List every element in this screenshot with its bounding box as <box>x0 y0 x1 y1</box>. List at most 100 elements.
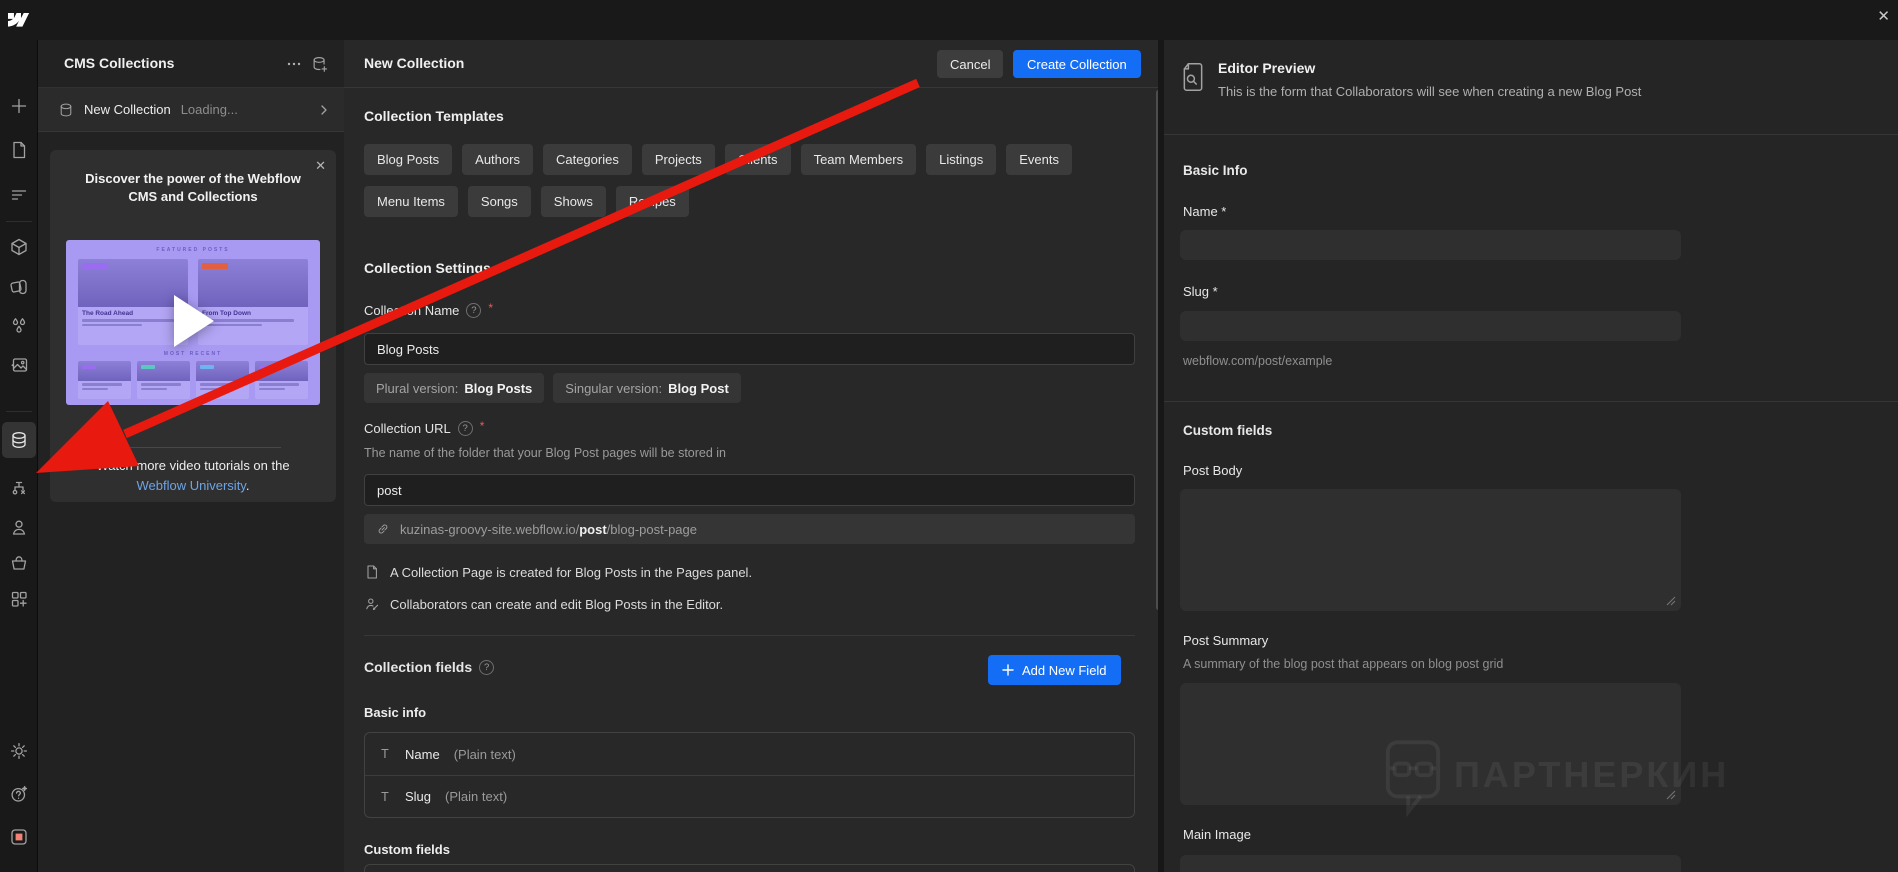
variables-button[interactable] <box>0 308 38 344</box>
collection-url-help: The name of the folder that your Blog Po… <box>364 446 726 460</box>
field-row-slug[interactable]: T Slug (Plain text) <box>365 775 1134 817</box>
create-collection-button[interactable]: Create Collection <box>1013 50 1141 78</box>
link-icon <box>376 522 390 536</box>
template-chip[interactable]: Projects <box>642 144 715 175</box>
template-chip[interactable]: Authors <box>462 144 533 175</box>
template-chip[interactable]: Events <box>1006 144 1072 175</box>
resize-handle-icon[interactable] <box>1666 790 1676 800</box>
promo-footer: Watch more video tutorials on the Webflo… <box>50 456 336 496</box>
required-asterisk: * <box>480 419 485 433</box>
cancel-button[interactable]: Cancel <box>937 50 1003 78</box>
add-elements-button[interactable] <box>0 88 38 124</box>
logic-button[interactable] <box>0 470 38 506</box>
help-button[interactable] <box>0 776 38 812</box>
collection-name-input[interactable] <box>364 333 1135 365</box>
post-body-textarea[interactable] <box>1180 489 1681 611</box>
thumb-featured-label: FEATURED POSTS <box>66 247 320 253</box>
zoom-button[interactable] <box>0 862 38 872</box>
template-chip[interactable]: Shows <box>541 186 606 217</box>
ellipsis-icon <box>286 56 302 72</box>
editor-preview-title: Editor Preview <box>1218 60 1315 76</box>
play-icon <box>170 293 216 349</box>
url-suffix: /blog-post-page <box>607 522 697 537</box>
droplets-icon <box>9 316 29 336</box>
panel-menu-button[interactable] <box>282 52 306 76</box>
template-chip[interactable]: Listings <box>926 144 996 175</box>
field-type: (Plain text) <box>454 747 516 762</box>
field-name: Slug <box>405 789 431 804</box>
webflow-menu-button[interactable] <box>0 0 38 40</box>
add-collection-button[interactable] <box>308 52 332 76</box>
add-new-field-button[interactable]: Add New Field <box>988 655 1121 685</box>
divider <box>1164 401 1898 402</box>
main-image-input[interactable] <box>1180 855 1681 872</box>
image-icon <box>9 355 29 375</box>
page-title: New Collection <box>364 55 464 71</box>
database-icon <box>9 430 29 450</box>
template-chip[interactable]: Clients <box>725 144 791 175</box>
thumb-mini-card <box>255 361 308 399</box>
thumb-card-title: The Road Ahead <box>82 310 184 317</box>
collection-templates: Blog Posts Authors Categories Projects C… <box>364 144 1144 217</box>
question-icon[interactable]: ? <box>466 303 481 318</box>
template-chip[interactable]: Team Members <box>801 144 917 175</box>
singular-value: Blog Post <box>668 381 729 396</box>
webflow-logo <box>8 12 30 28</box>
users-button[interactable] <box>0 509 38 545</box>
template-chip[interactable]: Recipes <box>616 186 689 217</box>
cms-collections-button[interactable] <box>2 422 36 458</box>
info-pages-text: A Collection Page is created for Blog Po… <box>390 565 752 580</box>
plus-icon <box>9 96 29 116</box>
thumb-mini-card <box>78 361 131 399</box>
name-field-input[interactable] <box>1180 230 1681 260</box>
promo-video-thumbnail[interactable]: FEATURED POSTS The Road Ahead From Top D… <box>66 240 320 405</box>
ecommerce-button[interactable] <box>0 545 38 581</box>
collection-url-label-row: Collection URL ? * <box>364 421 484 436</box>
navigator-icon <box>9 185 29 205</box>
scrollbar-thumb[interactable] <box>1156 90 1158 610</box>
cms-collections-panel: CMS Collections New Collection Loading..… <box>38 40 344 872</box>
components-button[interactable] <box>0 229 38 265</box>
template-chip[interactable]: Menu Items <box>364 186 458 217</box>
collection-list-item[interactable]: New Collection Loading... <box>38 88 344 132</box>
style-manager-button[interactable] <box>0 269 38 305</box>
person-edit-icon <box>364 596 380 612</box>
promo-footer-period: . <box>246 478 250 493</box>
text-field-icon: T <box>379 790 391 804</box>
pages-button[interactable] <box>0 132 38 168</box>
navigator-button[interactable] <box>0 177 38 213</box>
slug-help-text: webflow.com/post/example <box>1183 354 1332 368</box>
main-image-label: Main Image <box>1183 827 1251 842</box>
settings-button[interactable] <box>0 733 38 769</box>
fields-heading: Collection fields <box>364 659 472 675</box>
toolbar-divider <box>6 411 32 412</box>
plus-icon <box>1002 664 1014 676</box>
singular-label: Singular version: <box>565 381 662 396</box>
plural-value: Blog Posts <box>464 381 532 396</box>
divider <box>105 447 281 448</box>
divider <box>364 635 1135 636</box>
resize-handle-icon[interactable] <box>1666 596 1676 606</box>
field-row-name[interactable]: T Name (Plain text) <box>365 733 1134 775</box>
slug-field-input[interactable] <box>1180 311 1681 341</box>
template-chip[interactable]: Categories <box>543 144 632 175</box>
promo-title: Discover the power of the Webflow CMS an… <box>50 170 336 205</box>
name-field-label: Name * <box>1183 204 1226 219</box>
collection-url-input[interactable] <box>364 474 1135 506</box>
window-close-icon[interactable]: ✕ <box>1877 7 1890 25</box>
post-summary-textarea[interactable] <box>1180 683 1681 805</box>
left-toolbar <box>0 40 38 872</box>
question-icon[interactable]: ? <box>479 660 494 675</box>
chevron-right-icon <box>318 104 330 116</box>
template-chip[interactable]: Songs <box>468 186 531 217</box>
question-icon[interactable]: ? <box>458 421 473 436</box>
top-bar: ✕ <box>0 0 1898 40</box>
webflow-university-link[interactable]: Webflow University <box>137 478 246 493</box>
status-button[interactable] <box>0 819 38 855</box>
assets-button[interactable] <box>0 347 38 383</box>
page-icon <box>364 564 380 580</box>
fields-heading-row: Collection fields ? <box>364 659 494 675</box>
settings-heading: Collection Settings <box>364 260 491 276</box>
template-chip[interactable]: Blog Posts <box>364 144 452 175</box>
apps-button[interactable] <box>0 581 38 617</box>
